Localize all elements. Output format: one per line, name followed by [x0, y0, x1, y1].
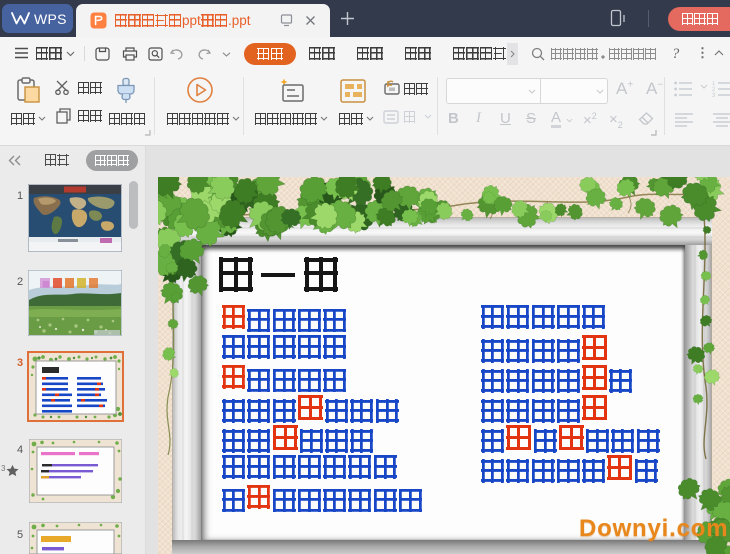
svg-text:3: 3 [712, 93, 716, 97]
